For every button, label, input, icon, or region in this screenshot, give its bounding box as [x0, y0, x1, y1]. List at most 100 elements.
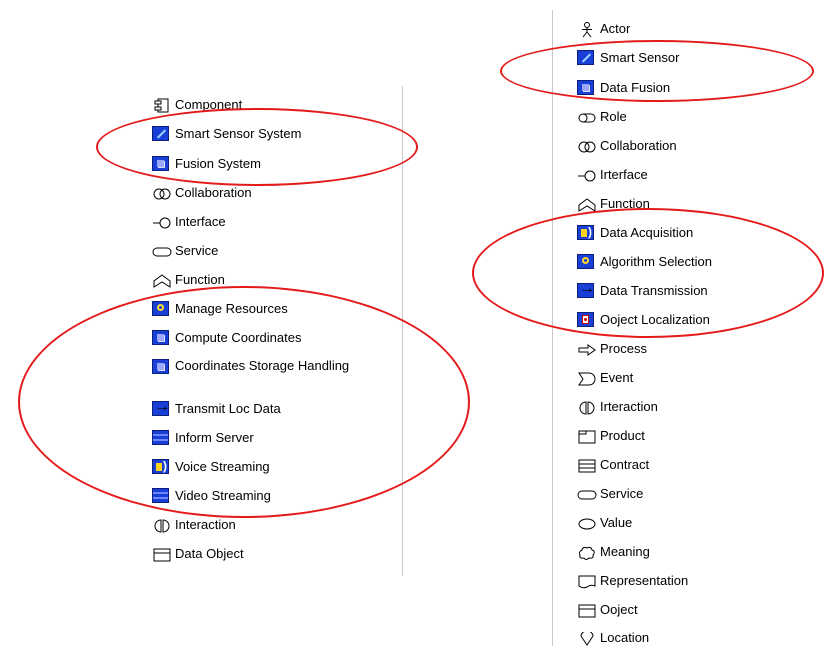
palette-item-transmit-loc-data[interactable]: Transmit Loc Data — [152, 399, 281, 416]
palette-item-coordinates-storage-handling[interactable]: Coordinates Storage Handling — [152, 359, 355, 374]
palette-item-data-transmission[interactable]: Data Transmission — [577, 281, 708, 298]
palette-item-label: Product — [600, 428, 645, 443]
palette-item-label: Compute Coordinates — [175, 330, 302, 345]
palette-item-product[interactable]: Product — [577, 428, 645, 445]
collaboration-icon — [577, 138, 597, 155]
palette-item-label: Video Streaming — [175, 488, 271, 503]
palette-item-data-fusion[interactable]: Data Fusion — [577, 80, 670, 95]
palette-item-interface[interactable]: Interface — [152, 214, 226, 231]
value-icon — [577, 515, 597, 532]
palette-item-label: Collaboration — [600, 138, 677, 153]
palette-item-label: Collaboration — [175, 185, 252, 200]
palette-item-contract[interactable]: Contract — [577, 457, 649, 474]
palette-item-smart-sensor-system[interactable]: Smart Sensor System — [152, 126, 301, 141]
contract-icon — [577, 457, 597, 474]
smart-sensor-icon — [152, 126, 169, 141]
palette-item-interaction[interactable]: Irteraction — [577, 399, 658, 416]
palette-item-service[interactable]: Service — [577, 486, 643, 503]
gear-icon — [577, 254, 594, 269]
arrow-icon — [152, 399, 170, 416]
palette-item-event[interactable]: Event — [577, 370, 633, 387]
palette-item-label: Meaning — [600, 544, 650, 559]
representation-icon — [577, 573, 597, 590]
palette-item-inform-server[interactable]: Inform Server — [152, 430, 254, 445]
palette-item-compute-coordinates[interactable]: Compute Coordinates — [152, 330, 301, 345]
palette-item-label: Interaction — [175, 517, 236, 532]
palette-item-actor[interactable]: Actor — [577, 21, 630, 38]
fusion-icon — [152, 330, 169, 345]
palette-item-label: Value — [600, 515, 633, 530]
left-palette: Component Smart Sensor System Fusion Sys… — [144, 86, 403, 576]
palette-item-label: Fusion System — [175, 156, 261, 171]
palette-item-collaboration[interactable]: Collaboration — [152, 185, 252, 202]
palette-item-value[interactable]: Value — [577, 515, 632, 532]
function-icon — [152, 272, 172, 289]
right-palette: Actor Smart Sensor Data Fusion Role Coll… — [552, 10, 824, 646]
palette-item-interaction[interactable]: Interaction — [152, 517, 236, 534]
palette-item-video-streaming[interactable]: Video Streaming — [152, 488, 271, 503]
palette-item-smart-sensor[interactable]: Smart Sensor — [577, 50, 679, 65]
palette-item-label: Component — [175, 97, 243, 112]
service-icon — [152, 243, 172, 260]
actor-icon — [577, 21, 597, 38]
palette-item-role[interactable]: Role — [577, 109, 627, 126]
server-icon — [152, 488, 169, 503]
interaction-icon — [152, 517, 172, 534]
smart-sensor-icon — [577, 50, 594, 65]
palette-item-representation[interactable]: Representation — [577, 573, 688, 590]
palette-item-voice-streaming[interactable]: Voice Streaming — [152, 459, 270, 474]
palette-item-interface[interactable]: Irterface — [577, 167, 648, 184]
speaker-icon — [152, 459, 169, 474]
palette-item-meaning[interactable]: Meaning — [577, 544, 650, 561]
palette-item-algorithm-selection[interactable]: Algorithm Selection — [577, 254, 712, 269]
function-icon — [577, 196, 597, 213]
interface-icon — [152, 214, 172, 231]
palette-item-label: Function — [175, 272, 225, 287]
palette-item-label: Data Acquisition — [600, 225, 694, 240]
palette-item-label: Representation — [600, 573, 689, 588]
palette-item-label: Ooject Localization — [600, 312, 710, 327]
palette-item-label: Transmit Loc Data — [175, 401, 281, 416]
palette-item-object-localization[interactable]: Ooject Localization — [577, 312, 710, 327]
palette-item-collaboration[interactable]: Collaboration — [577, 138, 677, 155]
palette-item-fusion-system[interactable]: Fusion System — [152, 156, 261, 171]
palette-item-label: Event — [600, 370, 634, 385]
palette-item-label: Function — [600, 196, 650, 211]
palette-item-label: Irterface — [600, 167, 648, 182]
event-icon — [577, 370, 597, 387]
palette-item-label: Data Fusion — [600, 80, 671, 95]
fusion-icon — [152, 359, 169, 374]
palette-item-label: Data Object — [175, 546, 244, 561]
palette-item-label: Role — [600, 109, 627, 124]
palette-item-label: Data Transmission — [600, 283, 708, 298]
palette-item-label: Manage Resources — [175, 301, 288, 316]
palette-item-process[interactable]: Process — [577, 341, 647, 358]
service-icon — [577, 486, 597, 503]
palette-item-data-object[interactable]: Data Object — [152, 546, 244, 563]
palette-item-label: Process — [600, 341, 647, 356]
gear-icon — [152, 301, 169, 316]
fusion-icon — [152, 156, 169, 171]
collaboration-icon — [152, 185, 172, 202]
palette-item-label: Irteraction — [600, 399, 658, 414]
palette-item-function[interactable]: Function — [152, 272, 225, 289]
process-icon — [577, 341, 597, 358]
server-icon — [152, 430, 169, 445]
interaction-icon — [577, 399, 597, 416]
palette-item-location[interactable]: Location — [577, 630, 649, 647]
location-icon — [577, 630, 597, 647]
interface-icon — [577, 167, 597, 184]
data-object-icon — [577, 602, 597, 619]
palette-item-function[interactable]: Function — [577, 196, 650, 213]
palette-item-manage-resources[interactable]: Manage Resources — [152, 301, 288, 316]
product-icon — [577, 428, 597, 445]
palette-item-label: Voice Streaming — [175, 459, 270, 474]
palette-item-label: Actor — [600, 21, 631, 36]
role-icon — [577, 109, 597, 126]
palette-item-component[interactable]: Component — [152, 97, 242, 114]
fusion-icon — [577, 80, 594, 95]
palette-item-service[interactable]: Service — [152, 243, 218, 260]
palette-item-data-acquisition[interactable]: Data Acquisition — [577, 225, 693, 240]
palette-item-label: Smart Sensor System — [175, 126, 302, 141]
palette-item-object[interactable]: Ooject — [577, 602, 638, 619]
